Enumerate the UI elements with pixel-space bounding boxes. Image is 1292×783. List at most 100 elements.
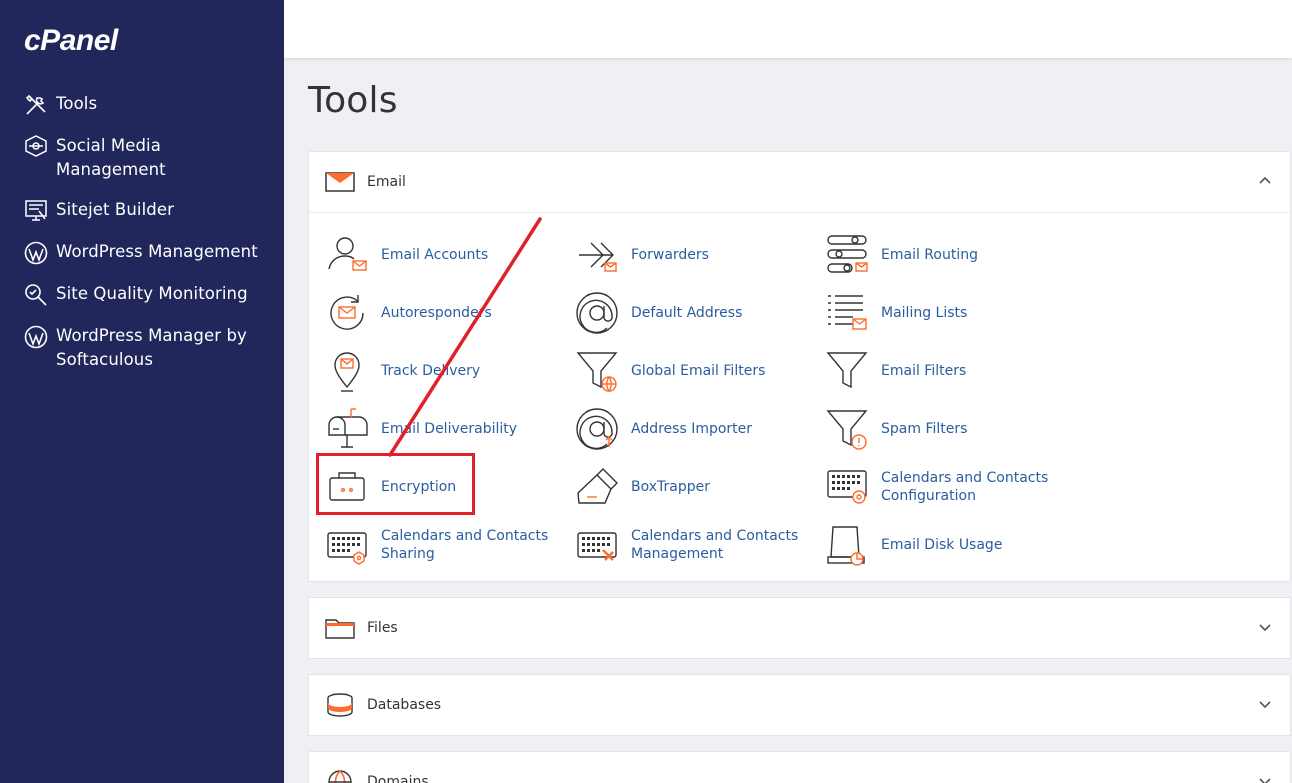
panel-title: Databases <box>367 697 442 713</box>
chevron-up-icon[interactable] <box>1258 174 1272 188</box>
disk-usage-icon <box>827 526 865 566</box>
tool-calendars-contacts-configuration[interactable]: Calendars and Contacts Configuration <box>825 465 1048 509</box>
spam-filter-icon <box>826 410 868 450</box>
sidebar-item-label: WordPress Manager by Softaculous <box>56 326 247 369</box>
sidebar-item-tools[interactable]: Tools <box>0 92 284 118</box>
tool-label: Calendars and Contacts Sharing <box>381 527 548 563</box>
sidebar-item-label: Site Quality Monitoring <box>56 284 248 303</box>
files-panel: Files <box>308 597 1291 659</box>
calendar-sharing-icon <box>327 532 367 565</box>
tool-label-line: Calendars and Contacts <box>381 528 549 544</box>
tool-calendars-contacts-management[interactable]: Calendars and Contacts Management <box>575 523 798 567</box>
tool-global-email-filters[interactable]: Global Email Filters <box>575 349 765 393</box>
boxtrapper-icon <box>577 468 618 504</box>
sidebar: cPanel Tools Social Media Management Sit… <box>0 0 284 783</box>
sidebar-item-sitejet[interactable]: Sitejet Builder <box>0 198 284 224</box>
email-tools-grid: Email Accounts Autoresponders Track Deli… <box>309 212 1290 582</box>
tool-label-line: Sharing <box>381 546 435 562</box>
tool-email-routing[interactable]: Email Routing <box>825 233 978 277</box>
domains-panel: Domains <box>308 751 1291 783</box>
tools-icon <box>25 94 46 115</box>
tool-label: Email Accounts <box>381 247 489 263</box>
page-title: Tools <box>308 80 398 121</box>
globe-icon <box>328 770 352 783</box>
email-accounts-icon <box>328 237 367 271</box>
tool-label-line: Management <box>631 546 724 562</box>
tool-label: Email Disk Usage <box>881 537 1003 553</box>
email-deliverability-icon <box>328 408 368 448</box>
encryption-icon <box>329 472 365 501</box>
sidebar-item-wordpress-softaculous[interactable]: WordPress Manager by Softaculous <box>0 324 284 372</box>
tool-label: Global Email Filters <box>631 363 766 379</box>
mailing-lists-icon <box>828 295 867 330</box>
panel-title: Email <box>367 174 406 190</box>
sidebar-item-site-quality[interactable]: Site Quality Monitoring <box>0 282 284 308</box>
panel-title: Files <box>367 620 398 636</box>
tool-label: Spam Filters <box>881 421 968 437</box>
tool-label: Email Deliverability <box>381 421 518 437</box>
tool-label-line: Configuration <box>881 488 976 504</box>
sidebar-item-label: Tools <box>56 94 98 113</box>
databases-panel: Databases <box>308 674 1291 736</box>
tool-autoresponders[interactable]: Autoresponders <box>325 291 492 335</box>
top-bar <box>284 0 1292 58</box>
calendar-configuration-icon <box>827 470 867 504</box>
tool-label-line: Calendars and Contacts <box>631 528 799 544</box>
email-panel: Email Email Accounts Autoresponders Trac… <box>308 151 1291 582</box>
folder-icon <box>325 619 355 639</box>
tool-mailing-lists[interactable]: Mailing Lists <box>825 291 967 335</box>
address-importer-icon <box>576 408 618 450</box>
sidebar-item-wordpress-management[interactable]: WordPress Management <box>0 240 284 266</box>
chevron-down-icon[interactable] <box>1258 620 1272 634</box>
tool-address-importer[interactable]: Address Importer <box>575 407 752 451</box>
tool-label: Track Delivery <box>381 363 481 379</box>
sidebar-item-label: Sitejet Builder <box>56 200 174 219</box>
tool-label: BoxTrapper <box>631 479 710 495</box>
panel-title: Domains <box>367 774 429 783</box>
sidebar-item-label: Social Media Management <box>56 136 166 179</box>
tool-default-address[interactable]: Default Address <box>575 291 742 335</box>
tool-track-delivery[interactable]: Track Delivery <box>325 349 480 393</box>
tool-email-filters[interactable]: Email Filters <box>825 349 966 393</box>
tool-label: Email Routing <box>881 247 978 263</box>
files-panel-header[interactable]: Files <box>309 598 1290 658</box>
databases-panel-header[interactable]: Databases <box>309 675 1290 735</box>
filter-icon <box>826 352 868 389</box>
email-panel-header[interactable]: Email <box>309 152 1290 212</box>
envelope-icon <box>325 172 355 192</box>
wordpress-icon <box>24 325 48 349</box>
calendar-management-icon <box>577 532 617 561</box>
tool-email-accounts[interactable]: Email Accounts <box>325 233 488 277</box>
email-routing-icon <box>827 235 868 273</box>
tool-email-deliverability[interactable]: Email Deliverability <box>325 407 517 451</box>
tool-label: Calendars and Contacts Management <box>631 527 798 563</box>
domains-panel-header[interactable]: Domains <box>309 752 1290 783</box>
tool-label: Default Address <box>631 305 743 321</box>
tool-email-disk-usage[interactable]: Email Disk Usage <box>825 523 1002 567</box>
tool-calendars-contacts-sharing[interactable]: Calendars and Contacts Sharing <box>325 523 548 567</box>
sitejet-icon <box>25 200 47 221</box>
sidebar-item-label: WordPress Management <box>56 242 258 261</box>
tool-label: Email Filters <box>881 363 967 379</box>
tool-label: Forwarders <box>631 247 709 263</box>
tool-encryption[interactable]: Encryption <box>325 465 456 509</box>
autoresponders-icon <box>330 295 364 330</box>
chevron-down-icon[interactable] <box>1258 697 1272 711</box>
sidebar-nav: Tools Social Media Management Sitejet Bu… <box>0 92 284 388</box>
tool-label: Calendars and Contacts Configuration <box>881 469 1048 505</box>
track-delivery-icon <box>334 352 360 392</box>
global-filter-icon <box>576 352 618 393</box>
tool-label-line: Calendars and Contacts <box>881 470 1049 486</box>
tool-label: Encryption <box>381 479 457 495</box>
social-media-icon <box>25 135 47 157</box>
cpanel-logo[interactable]: cPanel <box>24 24 118 58</box>
chevron-down-icon[interactable] <box>1258 774 1272 783</box>
tool-spam-filters[interactable]: Spam Filters <box>825 407 967 451</box>
tool-forwarders[interactable]: Forwarders <box>575 233 709 277</box>
tool-boxtrapper[interactable]: BoxTrapper <box>575 465 710 509</box>
tool-label: Address Importer <box>631 421 753 437</box>
sidebar-item-social-media[interactable]: Social Media Management <box>0 134 284 182</box>
database-icon <box>327 693 353 717</box>
wordpress-icon <box>24 241 48 265</box>
tool-label: Autoresponders <box>381 305 492 321</box>
